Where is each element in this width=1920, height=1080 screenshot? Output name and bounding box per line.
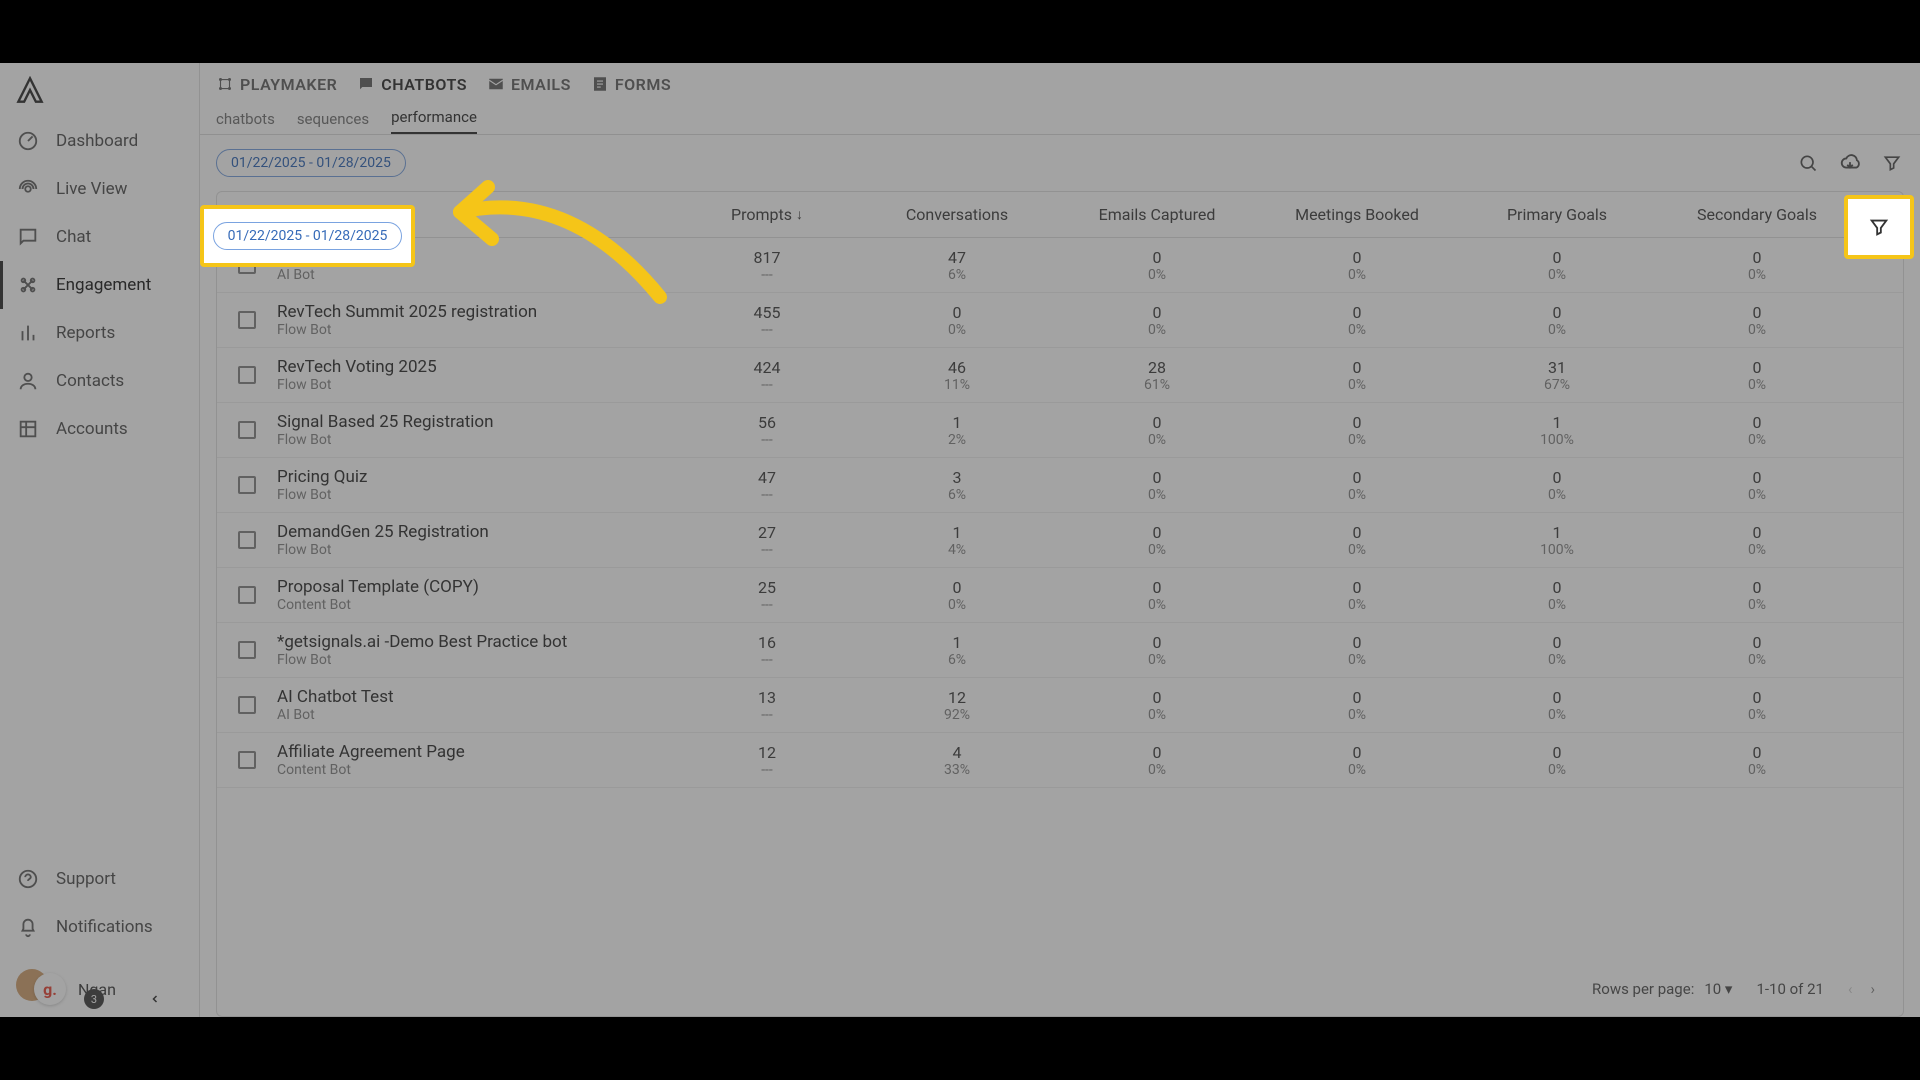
- secondary-tabs: chatbots sequences performance: [200, 105, 1920, 135]
- row-type: Flow Bot: [277, 377, 677, 393]
- support-icon: [16, 867, 40, 891]
- subtab-sequences[interactable]: sequences: [297, 110, 369, 134]
- reports-icon: [16, 321, 40, 345]
- accounts-icon: [16, 417, 40, 441]
- rows-per-page-select[interactable]: 10 ▾: [1704, 980, 1732, 998]
- tab-chatbots[interactable]: CHATBOTS: [357, 75, 467, 94]
- search-icon[interactable]: [1796, 151, 1820, 175]
- sidebar-item-contacts[interactable]: Contacts: [0, 357, 199, 405]
- row-name: Proposal Template (COPY): [277, 577, 677, 597]
- table-row[interactable]: RevTech Voting 2025Flow Bot 424--- 4611%…: [217, 348, 1903, 403]
- row-checkbox[interactable]: [238, 311, 256, 329]
- sidebar-item-accounts[interactable]: Accounts: [0, 405, 199, 453]
- contacts-icon: [16, 369, 40, 393]
- row-checkbox[interactable]: [238, 476, 256, 494]
- tab-forms[interactable]: FORMS: [591, 75, 671, 94]
- forms-icon: [591, 75, 609, 93]
- sidebar-item-engagement[interactable]: Engagement: [0, 261, 199, 309]
- column-header-secondary-goals[interactable]: Secondary Goals: [1657, 205, 1857, 224]
- row-checkbox[interactable]: [238, 366, 256, 384]
- app-logo[interactable]: [0, 63, 200, 117]
- sidebar-item-dashboard[interactable]: Dashboard: [0, 117, 199, 165]
- table-row[interactable]: Proposal Template (COPY)Content Bot 25--…: [217, 568, 1903, 623]
- pagination: Rows per page: 10 ▾ 1-10 of 21 ‹ ›: [217, 962, 1903, 1016]
- rows-per-page-label: Rows per page:: [1592, 980, 1694, 998]
- sidebar-item-notifications[interactable]: Notifications: [0, 903, 199, 951]
- column-header-emails[interactable]: Emails Captured: [1057, 205, 1257, 224]
- notification-badge: 3: [84, 989, 104, 1009]
- select-all-checkbox[interactable]: [238, 206, 256, 224]
- row-name: RevTech Summit 2025 registration: [277, 302, 677, 322]
- notifications-icon: [16, 915, 40, 939]
- sidebar-item-chat[interactable]: Chat: [0, 213, 199, 261]
- table-row[interactable]: DemandGen 25 RegistrationFlow Bot 27--- …: [217, 513, 1903, 568]
- cloud-download-icon[interactable]: [1838, 151, 1862, 175]
- column-header-primary-goals[interactable]: Primary Goals: [1457, 205, 1657, 224]
- prev-page-button[interactable]: ‹: [1848, 980, 1853, 998]
- column-header-name[interactable]: Name: [277, 205, 677, 224]
- row-checkbox[interactable]: [238, 531, 256, 549]
- subtab-performance[interactable]: performance: [391, 108, 477, 134]
- chatbots-icon: [357, 75, 375, 93]
- avatar-secondary: g.: [34, 973, 66, 1005]
- row-type: Content Bot: [277, 762, 677, 778]
- next-page-button[interactable]: ›: [1870, 980, 1875, 998]
- primary-tabs: PLAYMAKER CHATBOTS EMAILS FORMS: [200, 63, 1920, 105]
- playmaker-icon: [216, 75, 234, 93]
- subtab-chatbots[interactable]: chatbots: [216, 110, 275, 134]
- sort-desc-icon: ↓: [796, 206, 803, 223]
- table-row[interactable]: AI Chatbot TestAI Bot 13--- 1292% 00% 00…: [217, 678, 1903, 733]
- row-checkbox[interactable]: [238, 696, 256, 714]
- row-name: Affiliate Agreement Page: [277, 742, 677, 762]
- column-header-conversations[interactable]: Conversations: [857, 205, 1057, 224]
- row-name: AI Chatbot Test: [277, 687, 677, 707]
- row-type: Content Bot: [277, 597, 677, 613]
- row-checkbox[interactable]: [238, 751, 256, 769]
- table-header: Name Prompts↓ Conversations Emails Captu…: [217, 192, 1903, 238]
- collapse-sidebar-button[interactable]: [143, 987, 167, 1011]
- row-checkbox[interactable]: [238, 421, 256, 439]
- table-row[interactable]: Homepage AIAI Bot 817--- 476% 00% 00% 00…: [217, 238, 1903, 293]
- row-name: RevTech Voting 2025: [277, 357, 677, 377]
- emails-icon: [487, 75, 505, 93]
- filter-icon[interactable]: [1880, 151, 1904, 175]
- row-type: Flow Bot: [277, 487, 677, 503]
- performance-table: Name Prompts↓ Conversations Emails Captu…: [216, 191, 1904, 1017]
- row-name: Pricing Quiz: [277, 467, 677, 487]
- toolbar: 01/22/2025 - 01/28/2025: [200, 135, 1920, 191]
- row-name: Signal Based 25 Registration: [277, 412, 677, 432]
- sidebar-item-reports[interactable]: Reports: [0, 309, 199, 357]
- liveview-icon: [16, 177, 40, 201]
- row-type: Flow Bot: [277, 652, 677, 668]
- user-menu[interactable]: g. Ngan 3: [0, 961, 199, 1017]
- column-header-prompts[interactable]: Prompts↓: [677, 205, 857, 224]
- row-checkbox[interactable]: [238, 641, 256, 659]
- pagination-range: 1-10 of 21: [1756, 980, 1824, 998]
- row-name: Homepage AI: [277, 247, 677, 267]
- date-range-chip[interactable]: 01/22/2025 - 01/28/2025: [216, 149, 406, 177]
- chat-icon: [16, 225, 40, 249]
- table-row[interactable]: *getsignals.ai -Demo Best Practice botFl…: [217, 623, 1903, 678]
- table-row[interactable]: RevTech Summit 2025 registrationFlow Bot…: [217, 293, 1903, 348]
- row-type: AI Bot: [277, 707, 677, 723]
- sidebar-item-live-view[interactable]: Live View: [0, 165, 199, 213]
- sidebar-item-support[interactable]: Support: [0, 855, 199, 903]
- table-row[interactable]: Signal Based 25 RegistrationFlow Bot 56-…: [217, 403, 1903, 458]
- engagement-icon: [16, 273, 40, 297]
- column-header-meetings[interactable]: Meetings Booked: [1257, 205, 1457, 224]
- row-name: DemandGen 25 Registration: [277, 522, 677, 542]
- tab-emails[interactable]: EMAILS: [487, 75, 571, 94]
- row-type: AI Bot: [277, 267, 677, 283]
- row-type: Flow Bot: [277, 542, 677, 558]
- dashboard-icon: [16, 129, 40, 153]
- tab-playmaker[interactable]: PLAYMAKER: [216, 75, 337, 94]
- row-checkbox[interactable]: [238, 256, 256, 274]
- row-type: Flow Bot: [277, 432, 677, 448]
- row-name: *getsignals.ai -Demo Best Practice bot: [277, 632, 677, 652]
- table-row[interactable]: Pricing QuizFlow Bot 47--- 36% 00% 00% 0…: [217, 458, 1903, 513]
- row-type: Flow Bot: [277, 322, 677, 338]
- row-checkbox[interactable]: [238, 586, 256, 604]
- sidebar: DashboardLive ViewChatEngagementReportsC…: [0, 63, 200, 1017]
- table-row[interactable]: Affiliate Agreement PageContent Bot 12--…: [217, 733, 1903, 788]
